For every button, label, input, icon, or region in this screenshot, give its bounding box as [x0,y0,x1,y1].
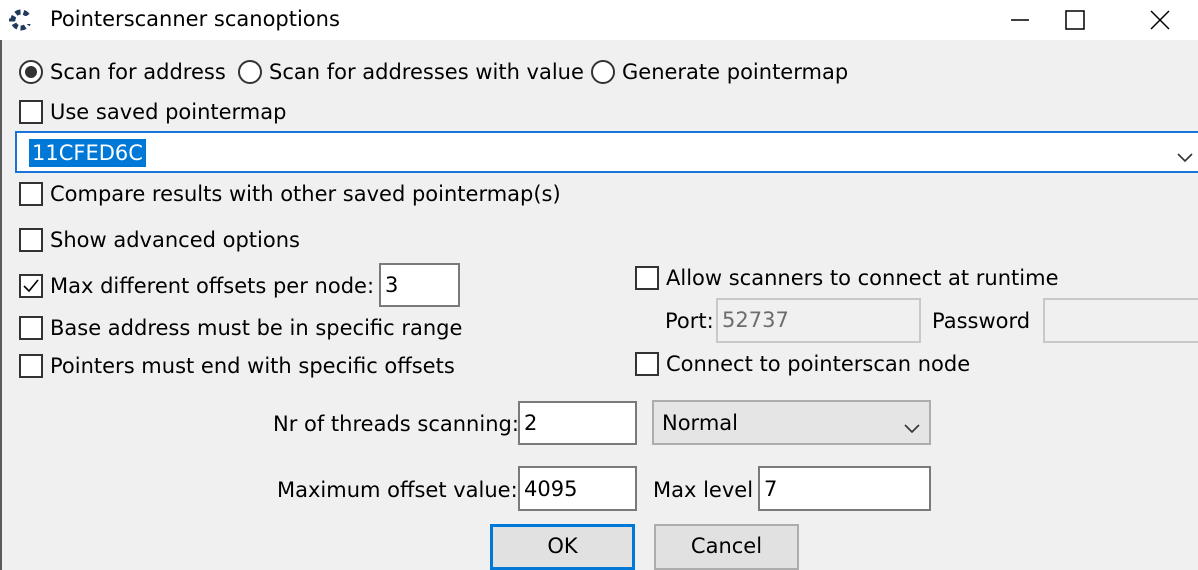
max-offset-input[interactable]: 4095 [518,466,637,511]
maximize-icon [1065,10,1085,30]
compare-results-checkbox[interactable] [19,182,43,206]
max-offsets-input[interactable]: 3 [379,263,460,307]
radio-label-scan-for-address: Scan for address [50,60,226,84]
show-advanced-label: Show advanced options [50,228,300,252]
password-input[interactable] [1043,298,1198,343]
password-label: Password [932,309,1031,333]
checkmark-icon [23,279,39,293]
chevron-down-icon [902,416,922,440]
minimize-icon [1011,19,1029,21]
ok-button[interactable]: OK [490,524,635,570]
max-level-label: Max level [653,478,754,502]
show-advanced-checkbox[interactable] [19,228,43,252]
cancel-button[interactable]: Cancel [654,524,799,570]
cheat-engine-icon [6,6,34,34]
window-title: Pointerscanner scanoptions [50,7,340,31]
address-combobox[interactable]: 11CFED6C [15,131,1198,173]
end-offsets-checkbox[interactable] [19,354,43,378]
allow-connect-label: Allow scanners to connect at runtime [666,266,1059,290]
radio-selected-dot [25,66,37,78]
base-range-label: Base address must be in specific range [50,316,463,340]
port-input[interactable]: 52737 [716,298,921,343]
chevron-down-icon[interactable] [1175,145,1195,169]
threads-input[interactable]: 2 [518,401,637,445]
max-level-input[interactable]: 7 [758,466,931,511]
compare-results-label: Compare results with other saved pointer… [50,182,561,206]
maximize-button[interactable] [1045,0,1105,40]
radio-label-generate-pointermap: Generate pointermap [622,60,849,84]
window-border [0,40,2,570]
close-button[interactable] [1130,0,1190,40]
use-saved-pointermap-label: Use saved pointermap [50,100,287,124]
radio-scan-for-address[interactable] [19,60,43,84]
max-offset-label: Maximum offset value: [277,478,518,502]
address-value: 11CFED6C [29,139,146,167]
thread-priority-value: Normal [662,411,738,435]
close-icon [1150,10,1170,30]
connect-node-checkbox[interactable] [635,352,659,376]
allow-connect-checkbox[interactable] [635,266,659,290]
thread-priority-select[interactable]: Normal [652,400,931,445]
use-saved-pointermap-checkbox[interactable] [19,100,43,124]
title-bar: Pointerscanner scanoptions [0,0,1198,40]
end-offsets-label: Pointers must end with specific offsets [50,354,455,378]
max-offsets-label: Max different offsets per node: [50,274,375,298]
threads-label: Nr of threads scanning: [273,412,519,436]
radio-scan-for-value[interactable] [238,60,262,84]
radio-generate-pointermap[interactable] [591,60,615,84]
connect-node-label: Connect to pointerscan node [666,352,971,376]
minimize-button[interactable] [990,0,1050,40]
base-range-checkbox[interactable] [19,316,43,340]
port-label: Port: [665,309,714,333]
radio-label-scan-for-value: Scan for addresses with value [269,60,584,84]
max-offsets-checkbox[interactable] [19,274,43,298]
